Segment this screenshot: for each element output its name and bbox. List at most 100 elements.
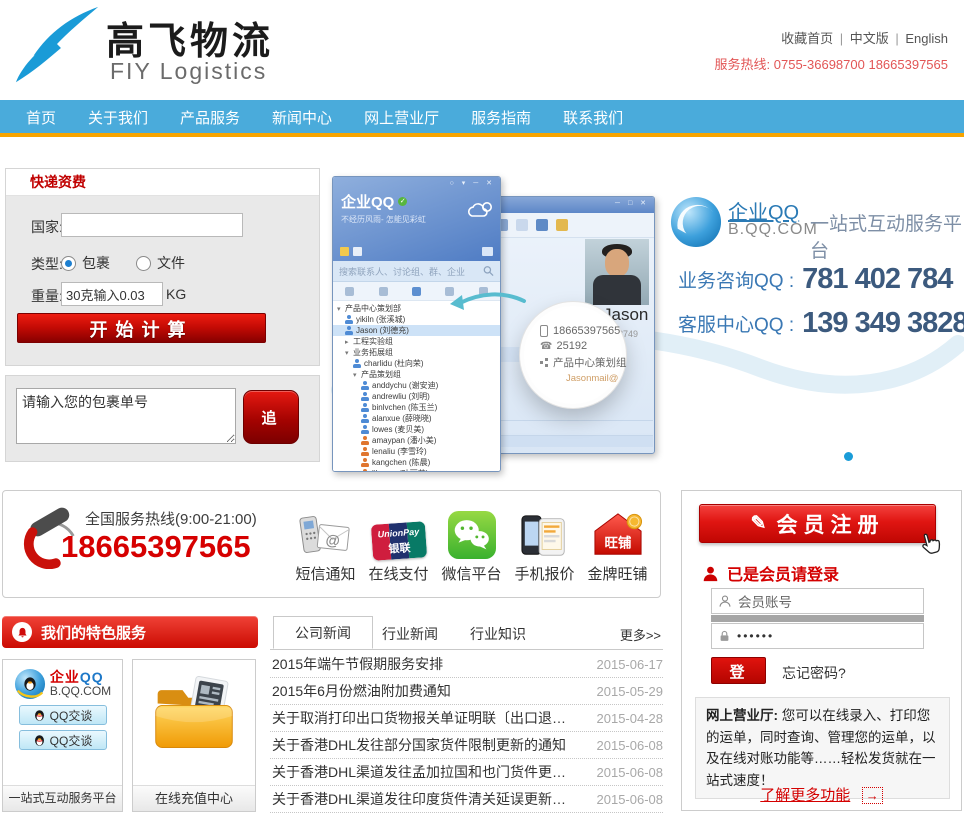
- qq-contact-row: lowes (麦贝美): [333, 424, 500, 435]
- account-input[interactable]: 会员账号: [711, 588, 924, 614]
- qq-contact-row: anddychu (谢安迪): [333, 380, 500, 391]
- weight-input[interactable]: [61, 282, 163, 306]
- qq-chat-button[interactable]: QQ交谈: [19, 730, 107, 750]
- type-label: 类型:: [31, 254, 63, 274]
- country-input[interactable]: [61, 213, 243, 237]
- header-hotline-numbers: 0755-36698700 18665397565: [774, 57, 948, 72]
- qq-chat-button[interactable]: QQ交谈: [19, 705, 107, 725]
- nav-item[interactable]: 联系我们: [549, 100, 637, 133]
- phone-icon: [540, 341, 552, 352]
- nav-item[interactable]: 服务指南: [457, 100, 545, 133]
- window-controls-icon: [615, 199, 649, 207]
- header: 高飞物流 FIY Logistics 收藏首页中文版English 服务热线: …: [0, 0, 964, 100]
- qq-contact-row: 产品策划组: [333, 369, 500, 380]
- learn-more-link[interactable]: 了解更多功能: [760, 787, 850, 804]
- callout-arrow-icon: [448, 289, 528, 317]
- service-payment[interactable]: UnionPay 银联 在线支付: [362, 505, 435, 584]
- user-icon: [718, 594, 732, 608]
- login-button[interactable]: 登 陆: [711, 657, 766, 684]
- news-link[interactable]: 2015年端午节假期服务安排: [272, 654, 443, 674]
- carousel-dot[interactable]: [844, 452, 853, 461]
- nav-item[interactable]: 网上营业厅: [350, 100, 453, 133]
- type-radio-group: 包裹 文件: [61, 253, 185, 273]
- profile-list-bar: [489, 435, 653, 447]
- header-hotline: 服务热线: 0755-36698700 18665397565: [715, 54, 948, 73]
- qq-chat-label: QQ交谈: [50, 707, 93, 724]
- contact-label: anddychu (谢安迪): [372, 380, 438, 391]
- news-date: 2015-06-08: [597, 765, 664, 780]
- svg-text:@: @: [324, 532, 340, 549]
- qq-contact-row: likanye (叶丽英): [333, 468, 500, 472]
- contact-label: binlvchen (陈玉兰): [372, 402, 437, 413]
- weather-icon: [468, 201, 494, 219]
- radio-parcel[interactable]: [61, 256, 76, 271]
- forgot-password-link[interactable]: 忘记密码?: [782, 663, 846, 683]
- news-link[interactable]: 关于香港DHL渠道发往印度货件清关延误更新的通...: [272, 789, 572, 809]
- hotline-bar: 全国服务热线(9:00-21:00) 18665397565: [2, 490, 661, 598]
- nav-item[interactable]: 关于我们: [74, 100, 162, 133]
- login-prompt-label: 已是会员请登录: [727, 561, 839, 585]
- photo-body: [593, 275, 641, 305]
- org-icon: [540, 358, 549, 367]
- wangpu-text: 旺铺: [604, 535, 631, 551]
- tab-company-news[interactable]: 公司新闻: [273, 616, 373, 649]
- news-row: 关于香港DHL发往部分国家货件限制更新的通知 2015-06-08: [270, 732, 663, 759]
- rate-panel-title: 快递资费: [6, 169, 319, 196]
- qq-chat-label: QQ交谈: [50, 732, 93, 749]
- service-caption: 微信平台: [435, 563, 508, 584]
- contact-label: 业务拓展组: [353, 347, 393, 358]
- penguin-icon: [33, 734, 46, 747]
- weight-label: 重量:: [31, 286, 63, 306]
- recent-tab-icon: [345, 287, 354, 296]
- service-caption: 在线支付: [362, 563, 435, 584]
- password-input[interactable]: ••••••: [711, 623, 924, 649]
- top-link[interactable]: 中文版: [850, 31, 906, 46]
- contact-status-icon: [361, 392, 369, 401]
- calculate-button[interactable]: 开始计算: [17, 313, 266, 343]
- login-prompt: 已是会员请登录: [702, 561, 839, 585]
- news-date: 2015-04-28: [597, 711, 664, 726]
- bell-icon: [16, 626, 29, 639]
- news-row: 关于香港DHL渠道发往孟加拉国和也门货件更新的... 2015-06-08: [270, 759, 663, 786]
- unionpay-icon: UnionPay 银联: [370, 521, 426, 561]
- recharge-card[interactable]: 在线充值中心: [132, 659, 256, 812]
- news-link[interactable]: 关于香港DHL发往部分国家货件限制更新的通知: [272, 735, 566, 755]
- search-icon: [483, 265, 494, 277]
- national-hotline-number: 18665397565: [61, 529, 251, 565]
- track-button[interactable]: 追 踪: [243, 390, 299, 444]
- nav-item[interactable]: 产品服务: [166, 100, 254, 133]
- tracking-input[interactable]: 请输入您的包裹单号: [16, 388, 236, 444]
- tab-industry-knowledge[interactable]: 行业知识: [470, 624, 526, 644]
- top-link[interactable]: English: [905, 31, 948, 46]
- qq-search-bar: 搜索联系人、讨论组、群、企业: [333, 261, 500, 282]
- service-mobile-quote[interactable]: 手机报价: [508, 505, 581, 584]
- qq-card-brand-en: QQ: [80, 669, 104, 685]
- register-button[interactable]: 会员注册: [699, 504, 936, 543]
- top-link[interactable]: 收藏首页: [781, 31, 850, 46]
- service-sms[interactable]: @ 短信通知: [289, 505, 362, 584]
- service-gold-shop[interactable]: 旺铺 金牌旺铺: [581, 505, 654, 584]
- country-label: 国家:: [31, 217, 63, 237]
- service-wechat[interactable]: 微信平台: [435, 505, 508, 584]
- news-date: 2015-06-17: [597, 657, 664, 672]
- news-row: 关于香港DHL渠道发往印度货件清关延误更新的通... 2015-06-08: [270, 786, 663, 813]
- contact-label: andrewliu (刘明): [372, 391, 430, 402]
- recharge-card-caption: 在线充值中心: [133, 785, 255, 811]
- qq-contact-row: amaypan (潘小美): [333, 435, 500, 446]
- news-link[interactable]: 2015年6月份燃油附加费通知: [272, 681, 451, 701]
- nav-item[interactable]: 首页: [12, 100, 70, 133]
- tab-industry-news[interactable]: 行业新闻: [382, 624, 438, 644]
- contacts-tab-icon: [379, 287, 388, 296]
- qq-contact-row: kangchen (陈晨): [333, 457, 500, 468]
- contact-label: charlidu (杜向荣): [364, 358, 424, 369]
- radio-parcel-label: 包裹: [82, 253, 110, 273]
- news-link[interactable]: 关于取消打印出口货物报关单证明联〔出口退税...: [272, 708, 572, 728]
- radio-document[interactable]: [136, 256, 151, 271]
- news-link[interactable]: 关于香港DHL渠道发往孟加拉国和也门货件更新的...: [272, 762, 572, 782]
- nav-item[interactable]: 新闻中心: [258, 100, 346, 133]
- contact-label: 产品策划组: [361, 369, 401, 380]
- news-more-link[interactable]: 更多>>: [620, 625, 661, 644]
- contact-status-icon: [353, 359, 361, 368]
- features-banner-title: 我们的特色服务: [41, 622, 146, 643]
- contact-status-icon: [361, 436, 369, 445]
